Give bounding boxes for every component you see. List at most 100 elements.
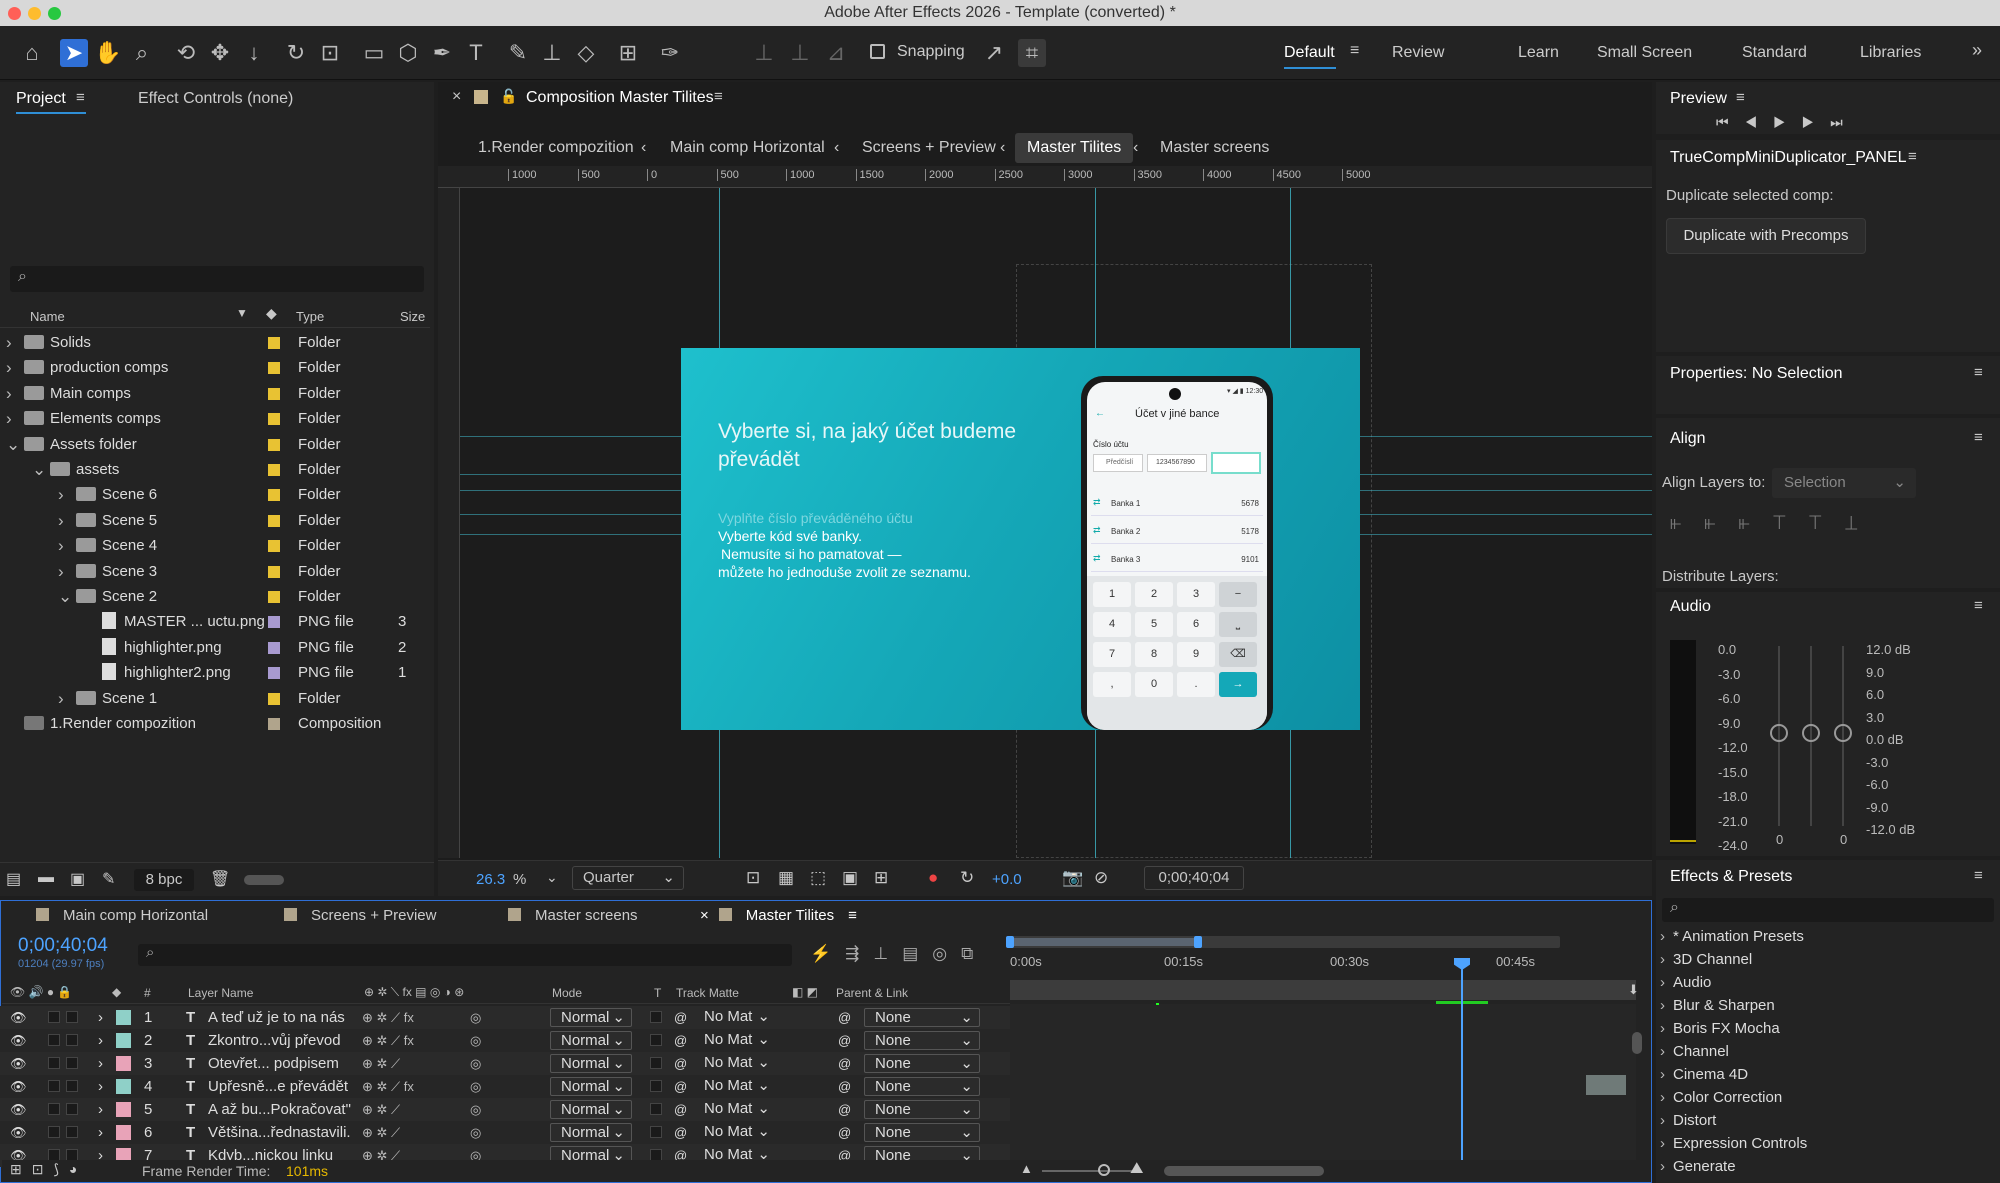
close-window-button[interactable] [8,7,21,20]
trash-icon[interactable]: 🗑 [210,869,230,889]
tab-menu-icon[interactable]: ≡ [848,907,857,924]
workspace-standard[interactable]: Standard [1742,44,1807,62]
layer-name[interactable]: Upřesně...e převádět [208,1075,348,1098]
parent-dropdown[interactable]: None ⌄ [864,1031,980,1050]
column-parent[interactable]: Parent & Link [836,986,908,1000]
composition-tab[interactable]: Composition Master Tilites [526,89,714,107]
properties-menu-icon[interactable]: ≡ [1974,364,1983,381]
label-color-swatch[interactable] [268,565,280,578]
tab-master-tilites[interactable]: × Master Tilites ≡ [700,904,857,928]
column-type[interactable]: Type [296,309,324,324]
chevron-right-icon[interactable]: › [98,1098,103,1121]
preserve-transparency-toggle[interactable] [650,1011,662,1023]
mode-dropdown[interactable]: Normal ⌄ [550,1031,632,1050]
parent-pickwhip-icon[interactable]: @ [838,1029,851,1052]
label-color-swatch[interactable] [268,413,280,426]
brush-tool-icon[interactable]: ✎ [504,39,532,67]
track-matte-dropdown[interactable]: No Mat ⌄ [694,1077,776,1096]
type-tool-icon[interactable]: T [462,39,490,67]
project-item[interactable]: › Main comps Folder [0,381,428,406]
project-item[interactable]: › Scene 1 Folder [0,686,428,711]
audio-left-knob[interactable] [1770,724,1788,742]
cube-tool-icon[interactable]: ⬡ [394,39,422,67]
motion-blur-icon[interactable]: ◎ [470,1075,481,1098]
label-color-swatch[interactable] [268,387,280,400]
breadcrumb-master-tilites[interactable]: Master Tilites [1015,133,1134,163]
stamp-tool-icon[interactable]: ⊥ [538,39,566,67]
preserve-transparency-toggle[interactable] [650,1126,662,1138]
project-item[interactable]: ⌄ assets Folder [0,457,428,482]
axis-local-icon[interactable]: ⊥ [750,39,778,67]
table-row[interactable]: 👁 › 4 T Upřesně...e převádět ⊕ ✲ ⟋ fx ◎ Normal ⌄… [0,1075,1010,1098]
effects-category[interactable]: › Distort [1660,1112,1716,1129]
label-color-swatch[interactable] [268,591,280,603]
layer-name[interactable]: Většina...řednastavili. [208,1121,351,1144]
chevron-right-icon[interactable]: › [98,1121,103,1144]
effects-category[interactable]: › Expression Controls [1660,1135,1807,1152]
workspace-default[interactable]: Default [1284,44,1335,62]
chevron-right-icon[interactable]: › [58,533,64,558]
solo-toggle[interactable] [48,1103,60,1115]
align-buttons[interactable]: ⫦⫦⫦⊤⊤⊥ [1670,512,1881,535]
effects-category[interactable]: › Cinema 4D [1660,1066,1748,1083]
project-item[interactable]: › Scene 6 Folder [0,482,428,507]
column-mode[interactable]: Mode [552,986,582,1000]
zoom-value[interactable]: 26.3 [476,871,505,888]
effects-category[interactable]: › Generate [1660,1158,1736,1175]
solo-toggle[interactable] [48,1011,60,1023]
layer-switches-icon[interactable]: ⊕ ✲ ⟋ [362,1121,400,1144]
table-row[interactable]: 👁 › 5 T A až bu...Pokračovat" ⊕ ✲ ⟋ ◎ Normal ⌄ @ N… [0,1098,1010,1121]
parent-dropdown[interactable]: None ⌄ [864,1123,980,1142]
label-color-swatch[interactable] [268,464,280,476]
work-area-bar[interactable] [1006,936,1560,948]
effect-controls-tab[interactable]: Effect Controls (none) [138,90,293,108]
chevron-right-icon[interactable]: › [58,686,64,711]
track-matte-dropdown[interactable]: No Mat ⌄ [694,1123,776,1142]
pan-tool-icon[interactable]: ✥ [206,39,234,67]
timeline-search-input[interactable]: ⌕ [138,944,792,966]
label-color-swatch[interactable] [268,718,280,730]
zoom-in-icon[interactable]: ⛰ [1130,1160,1143,1178]
close-comp-tab-icon[interactable]: × [452,88,461,106]
effects-category[interactable]: › * Animation Presets [1660,928,1804,945]
time-zoom-knob[interactable] [1098,1164,1110,1176]
breadcrumb-screens-preview[interactable]: Screens + Preview [862,133,996,163]
anchor-tool-icon[interactable]: ⊡ [316,39,344,67]
align-to-dropdown[interactable]: Selection ⌄ [1772,468,1916,498]
layer-switches-icon[interactable]: ⊕ ✲ ⟋ [362,1052,400,1075]
chevron-right-icon[interactable]: › [98,1006,103,1029]
label-color-swatch[interactable] [268,667,280,680]
workspace-libraries[interactable]: Libraries [1860,44,1921,62]
chevron-right-icon[interactable]: › [58,559,64,584]
pickwhip-icon[interactable]: @ [674,1052,687,1075]
track-matte-dropdown[interactable]: No Mat ⌄ [694,1008,776,1027]
chevron-right-icon[interactable]: › [6,355,12,380]
align-menu-icon[interactable]: ≡ [1974,429,1983,446]
project-item[interactable]: › Elements comps Folder [0,406,428,431]
layer-switches-icon[interactable]: ⊕ ✲ ⟋ fx [362,1006,414,1029]
audio-menu-icon[interactable]: ≡ [1974,597,1983,614]
tab-master-screens[interactable]: Master screens [508,904,638,928]
solo-toggle[interactable] [48,1057,60,1069]
snap-features-icon[interactable]: ⌗ [1018,39,1046,67]
parent-pickwhip-icon[interactable]: @ [838,1098,851,1121]
rotate-tool-icon[interactable]: ↻ [282,39,310,67]
lock-toggle[interactable] [66,1126,78,1138]
parent-dropdown[interactable]: None ⌄ [864,1054,980,1073]
effects-menu-icon[interactable]: ≡ [1974,867,1983,884]
workspace-learn[interactable]: Learn [1518,44,1559,62]
preserve-transparency-toggle[interactable] [650,1034,662,1046]
chevron-right-icon[interactable]: › [6,330,12,355]
layer-name[interactable]: Zkontro...vůj převod [208,1029,341,1052]
av-features-icon[interactable]: 👁 🔊 ● 🔒 [10,985,72,999]
lock-toggle[interactable] [66,1057,78,1069]
duplicator-menu-icon[interactable]: ≡ [1908,148,1917,165]
track-matte-dropdown[interactable]: No Mat ⌄ [694,1031,776,1050]
mode-dropdown[interactable]: Normal ⌄ [550,1100,632,1119]
preserve-transparency-toggle[interactable] [650,1080,662,1092]
lock-toggle[interactable] [66,1011,78,1023]
project-item[interactable]: › Scene 3 Folder [0,559,428,584]
label-color-swatch[interactable] [268,514,280,527]
label-color-swatch[interactable] [116,1102,131,1117]
dolly-tool-icon[interactable]: ↓ [240,39,268,67]
